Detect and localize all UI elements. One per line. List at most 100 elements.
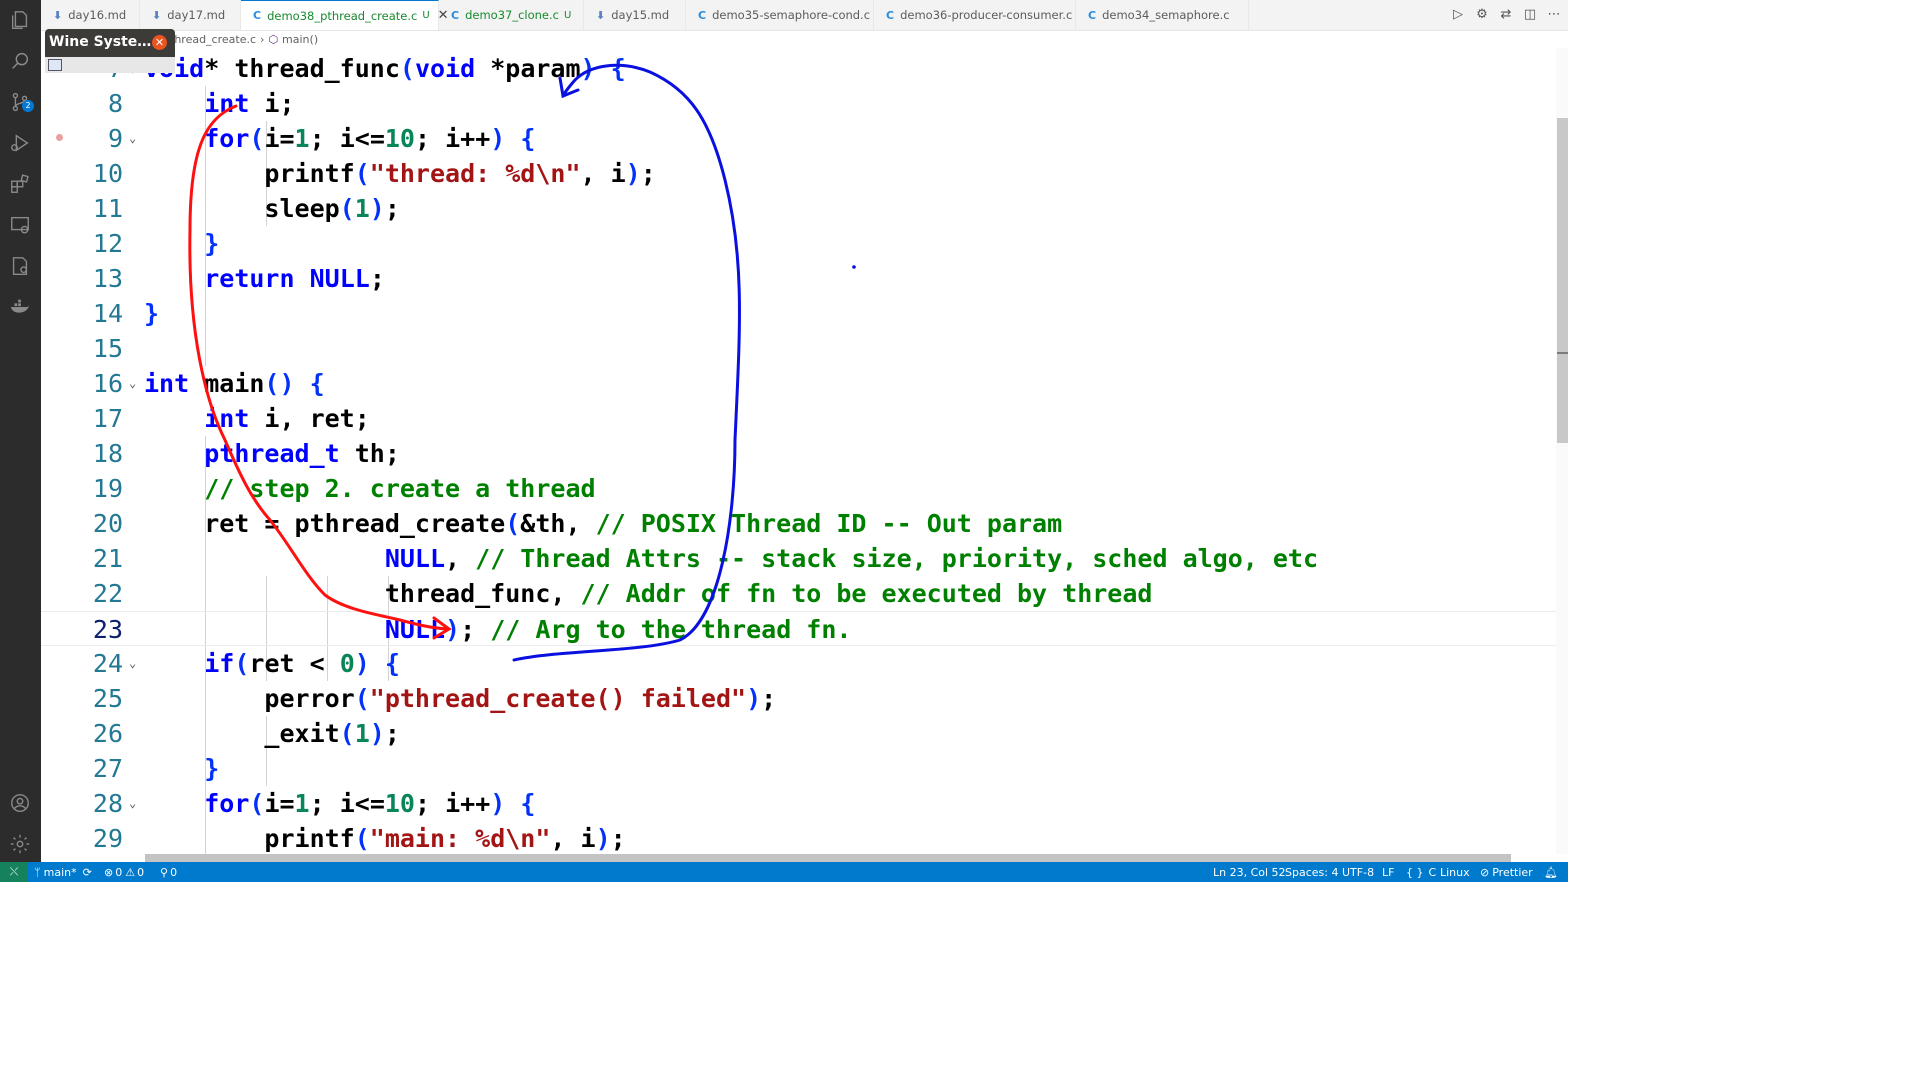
- tab-day17[interactable]: ⬇ day17.md: [140, 0, 241, 30]
- compare-icon[interactable]: ⇄: [1498, 6, 1514, 22]
- code-line[interactable]: 18 pthread_t th;: [41, 436, 1556, 471]
- run-debug-icon[interactable]: [8, 131, 32, 155]
- more-actions-icon[interactable]: ⋯: [1546, 6, 1562, 22]
- markdown-file-icon: ⬇: [152, 8, 162, 22]
- code-line[interactable]: 26 _exit(1);: [41, 716, 1556, 751]
- code-line[interactable]: 7⌄void* thread_func(void *param) {: [41, 51, 1556, 86]
- remote-explorer-icon[interactable]: [8, 213, 32, 237]
- formatter[interactable]: ⊘ Prettier: [1480, 862, 1533, 882]
- docker-icon[interactable]: [8, 295, 32, 319]
- code-line[interactable]: 21 NULL, // Thread Attrs -- stack size, …: [41, 541, 1556, 576]
- chevron-right-icon: ›: [260, 32, 265, 46]
- line-number: 13: [92, 264, 123, 293]
- braces-icon: { }: [1406, 865, 1424, 879]
- code-line[interactable]: 19 // step 2. create a thread: [41, 471, 1556, 506]
- branch-name: main*: [43, 865, 77, 879]
- line-number: 10: [92, 159, 123, 188]
- tab-day16[interactable]: ⬇ day16.md: [41, 0, 140, 30]
- code-text: int i;: [204, 89, 295, 118]
- code-line[interactable]: 10 printf("thread: %d\n", i);: [41, 156, 1556, 191]
- code-line[interactable]: 12 }: [41, 226, 1556, 261]
- line-number: 8: [107, 89, 123, 118]
- tab-demo35[interactable]: C demo35-semaphore-cond.c: [686, 0, 874, 30]
- wine-notification-popup[interactable]: Wine Syste… ✕: [45, 29, 175, 73]
- gear-icon[interactable]: ⚙: [1474, 6, 1490, 22]
- code-line[interactable]: 17 int i, ret;: [41, 401, 1556, 436]
- fold-chevron-icon[interactable]: ⌄: [129, 121, 136, 156]
- tab-label: demo36-producer-consumer.c: [900, 8, 1073, 22]
- code-text: for(i=1; i<=10; i++) {: [204, 789, 536, 818]
- extensions-icon[interactable]: [8, 172, 32, 196]
- code-text: printf("main: %d\n", i);: [144, 824, 626, 853]
- code-line[interactable]: 28 ⌄ for(i=1; i<=10; i++) {: [41, 786, 1556, 821]
- activity-bar: 2: [0, 0, 41, 862]
- code-line[interactable]: 8 int i;: [41, 86, 1556, 121]
- code-line[interactable]: 27 }: [41, 751, 1556, 786]
- vertical-scrollbar-thumb[interactable]: [1557, 118, 1568, 443]
- account-icon[interactable]: [8, 791, 32, 815]
- end-of-line[interactable]: LF: [1382, 862, 1394, 882]
- warning-icon: ⚠: [125, 865, 136, 879]
- problems-indicator[interactable]: ⊗ 0 ⚠ 0: [104, 862, 144, 882]
- code-line[interactable]: 11 sleep(1);: [41, 191, 1556, 226]
- untracked-badge: U: [422, 10, 430, 21]
- tab-label: demo37_clone.c: [465, 8, 559, 22]
- code-line[interactable]: 9 ⌄ for(i=1; i<=10; i++) {: [41, 121, 1556, 156]
- fold-chevron-icon[interactable]: ⌄: [129, 786, 136, 821]
- code-text: sleep(1);: [144, 194, 400, 223]
- markdown-file-icon: ⬇: [53, 8, 63, 22]
- tab-demo38[interactable]: C demo38_pthread_create.c U ✕: [241, 0, 449, 30]
- code-line[interactable]: 23 NULL); // Arg to the thread fn.: [41, 611, 1556, 646]
- code-line[interactable]: 16 ⌄ int main() {: [41, 366, 1556, 401]
- code-text: NULL); // Arg to the thread fn.: [384, 615, 852, 644]
- tab-day15[interactable]: ⬇ day15.md: [584, 0, 686, 30]
- settings-gear-icon[interactable]: [8, 832, 32, 856]
- code-line[interactable]: 14}: [41, 296, 1556, 331]
- breadcrumb-file[interactable]: thread_create.c: [170, 33, 256, 46]
- tab-demo34[interactable]: C demo34_semaphore.c: [1076, 0, 1249, 30]
- split-editor-icon[interactable]: ◫: [1522, 6, 1538, 22]
- explorer-icon[interactable]: [8, 8, 32, 32]
- testing-icon[interactable]: [8, 254, 32, 278]
- run-icon[interactable]: ▷: [1450, 6, 1466, 22]
- horizontal-scrollbar-thumb[interactable]: [145, 854, 1511, 862]
- close-icon[interactable]: ✕: [152, 35, 167, 50]
- branch-indicator[interactable]: ᛘ main* ⟳: [34, 862, 92, 882]
- tab-demo37[interactable]: C demo37_clone.c U: [439, 0, 584, 30]
- encoding[interactable]: UTF-8: [1342, 862, 1374, 882]
- fold-chevron-icon[interactable]: ⌄: [129, 646, 136, 681]
- code-line[interactable]: 13 return NULL;: [41, 261, 1556, 296]
- indentation[interactable]: Spaces: 4: [1285, 862, 1338, 882]
- tab-label: demo38_pthread_create.c: [267, 8, 418, 23]
- remote-indicator-icon[interactable]: ⤬: [0, 862, 28, 882]
- language-label: C: [1428, 865, 1437, 879]
- broadcast-icon: ⚲: [160, 865, 169, 879]
- line-number: 28: [92, 789, 123, 818]
- sync-icon[interactable]: ⟳: [83, 866, 92, 879]
- code-line[interactable]: 25 perror("pthread_create() failed");: [41, 681, 1556, 716]
- cube-icon: ⬡: [268, 32, 279, 46]
- search-icon[interactable]: [8, 49, 32, 73]
- cursor-position[interactable]: Ln 23, Col 52: [1213, 862, 1286, 882]
- tab-label: demo35-semaphore-cond.c: [712, 8, 871, 22]
- code-line[interactable]: 15: [41, 331, 1556, 366]
- code-line[interactable]: 29 printf("main: %d\n", i);: [41, 821, 1556, 854]
- breadcrumb-symbol[interactable]: main(): [282, 33, 318, 46]
- line-number: 25: [92, 684, 123, 713]
- ports-indicator[interactable]: ⚲ 0: [160, 862, 177, 882]
- code-line[interactable]: 20 ret = pthread_create(&th, // POSIX Th…: [41, 506, 1556, 541]
- line-number: 21: [92, 544, 123, 573]
- code-editor[interactable]: 6// step 1. create a thread function (i.…: [41, 48, 1556, 854]
- code-text: int i, ret;: [204, 404, 370, 433]
- formatter-label: Prettier: [1492, 865, 1533, 879]
- line-number: 26: [92, 719, 123, 748]
- code-line[interactable]: 24 ⌄ if(ret < 0) {: [41, 646, 1556, 681]
- line-number: 29: [92, 824, 123, 853]
- tab-demo36[interactable]: C demo36-producer-consumer.c: [874, 0, 1076, 30]
- platform[interactable]: Linux: [1440, 862, 1470, 882]
- language-mode[interactable]: { } C: [1406, 862, 1436, 882]
- notifications-bell-icon[interactable]: 🔔︎: [1544, 862, 1558, 882]
- fold-chevron-icon[interactable]: ⌄: [129, 366, 136, 401]
- tab-label: day15.md: [611, 8, 670, 22]
- code-line[interactable]: 22 thread_func, // Addr of fn to be exec…: [41, 576, 1556, 611]
